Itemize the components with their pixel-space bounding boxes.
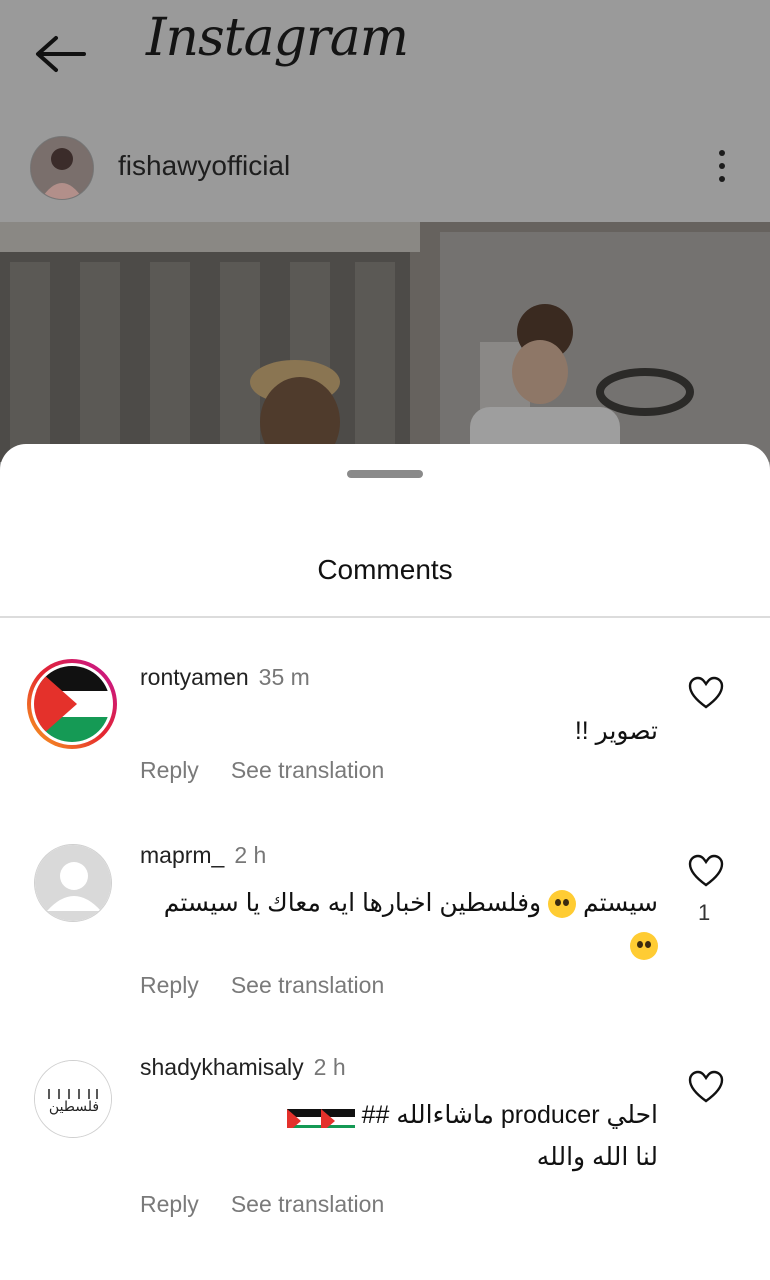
comment-text: تصوير !! (574, 717, 658, 745)
comment-text: سيستم وفلسطين اخبارها ايه معاك يا سيستم (118, 882, 658, 966)
reply-button[interactable]: Reply (140, 1191, 199, 1217)
more-options-icon[interactable] (714, 150, 730, 186)
comment-time: 35 m (258, 664, 310, 690)
reply-button[interactable]: Reply (140, 757, 199, 783)
commenter-avatar[interactable] (34, 844, 112, 922)
avatar-logo-text: فلسطين (49, 1099, 99, 1115)
comment-header: rontyamen 35 m (140, 664, 310, 691)
heart-icon[interactable] (688, 676, 724, 710)
comment-text-word: سيستم (583, 889, 658, 917)
commenter-username[interactable]: shadykhamisaly (140, 1054, 304, 1080)
comment-text-rest: وفلسطين اخبارها ايه معاك يا سيستم (163, 889, 542, 917)
see-translation-button[interactable]: See translation (231, 757, 384, 783)
comment-time: 2 h (234, 842, 267, 868)
commenter-avatar[interactable]: فلسطين (34, 1060, 112, 1138)
comments-sheet: Comments rontyamen 35 m تصوير !! Reply S… (0, 444, 770, 1280)
palestine-flag-icon (286, 1104, 321, 1129)
top-bar: Instagram (0, 0, 770, 110)
comment-text: احلي producer ماشاءالله ## لنا الله والل… (118, 1094, 658, 1178)
crying-face-emoji-icon (548, 890, 577, 919)
see-translation-button[interactable]: See translation (231, 1191, 384, 1217)
comment-text-line: لنا الله والله (536, 1143, 658, 1171)
reply-button[interactable]: Reply (140, 972, 199, 998)
commenter-avatar[interactable] (25, 657, 119, 751)
smiling-tear-emoji-icon (630, 932, 658, 961)
comment-actions: Reply See translation (140, 757, 416, 784)
like-count: 1 (698, 900, 711, 925)
commenter-username[interactable]: maprm_ (140, 842, 224, 868)
comment-actions: Reply See translation (140, 1191, 416, 1218)
see-translation-button[interactable]: See translation (231, 972, 384, 998)
post-header: fishawyofficial (0, 110, 770, 222)
author-avatar[interactable] (30, 136, 94, 200)
comment-time: 2 h (313, 1054, 346, 1080)
instagram-logo: Instagram (146, 8, 409, 68)
sheet-title: Comments (317, 554, 453, 585)
comment-header: shadykhamisaly 2 h (140, 1054, 346, 1081)
heart-icon[interactable] (688, 1070, 724, 1104)
drag-handle[interactable] (347, 470, 423, 478)
palestine-flag-icon (320, 1104, 355, 1129)
heart-icon[interactable] (688, 854, 724, 888)
author-username[interactable]: fishawyofficial (118, 150, 290, 182)
divider (0, 616, 770, 618)
comment-actions: Reply See translation (140, 972, 416, 999)
commenter-username[interactable]: rontyamen (140, 664, 249, 690)
back-arrow-icon[interactable] (34, 34, 86, 74)
comment-text-line: احلي producer ماشاءالله ## (361, 1101, 658, 1129)
post-image (0, 222, 770, 462)
comment-header: maprm_ 2 h (140, 842, 266, 869)
